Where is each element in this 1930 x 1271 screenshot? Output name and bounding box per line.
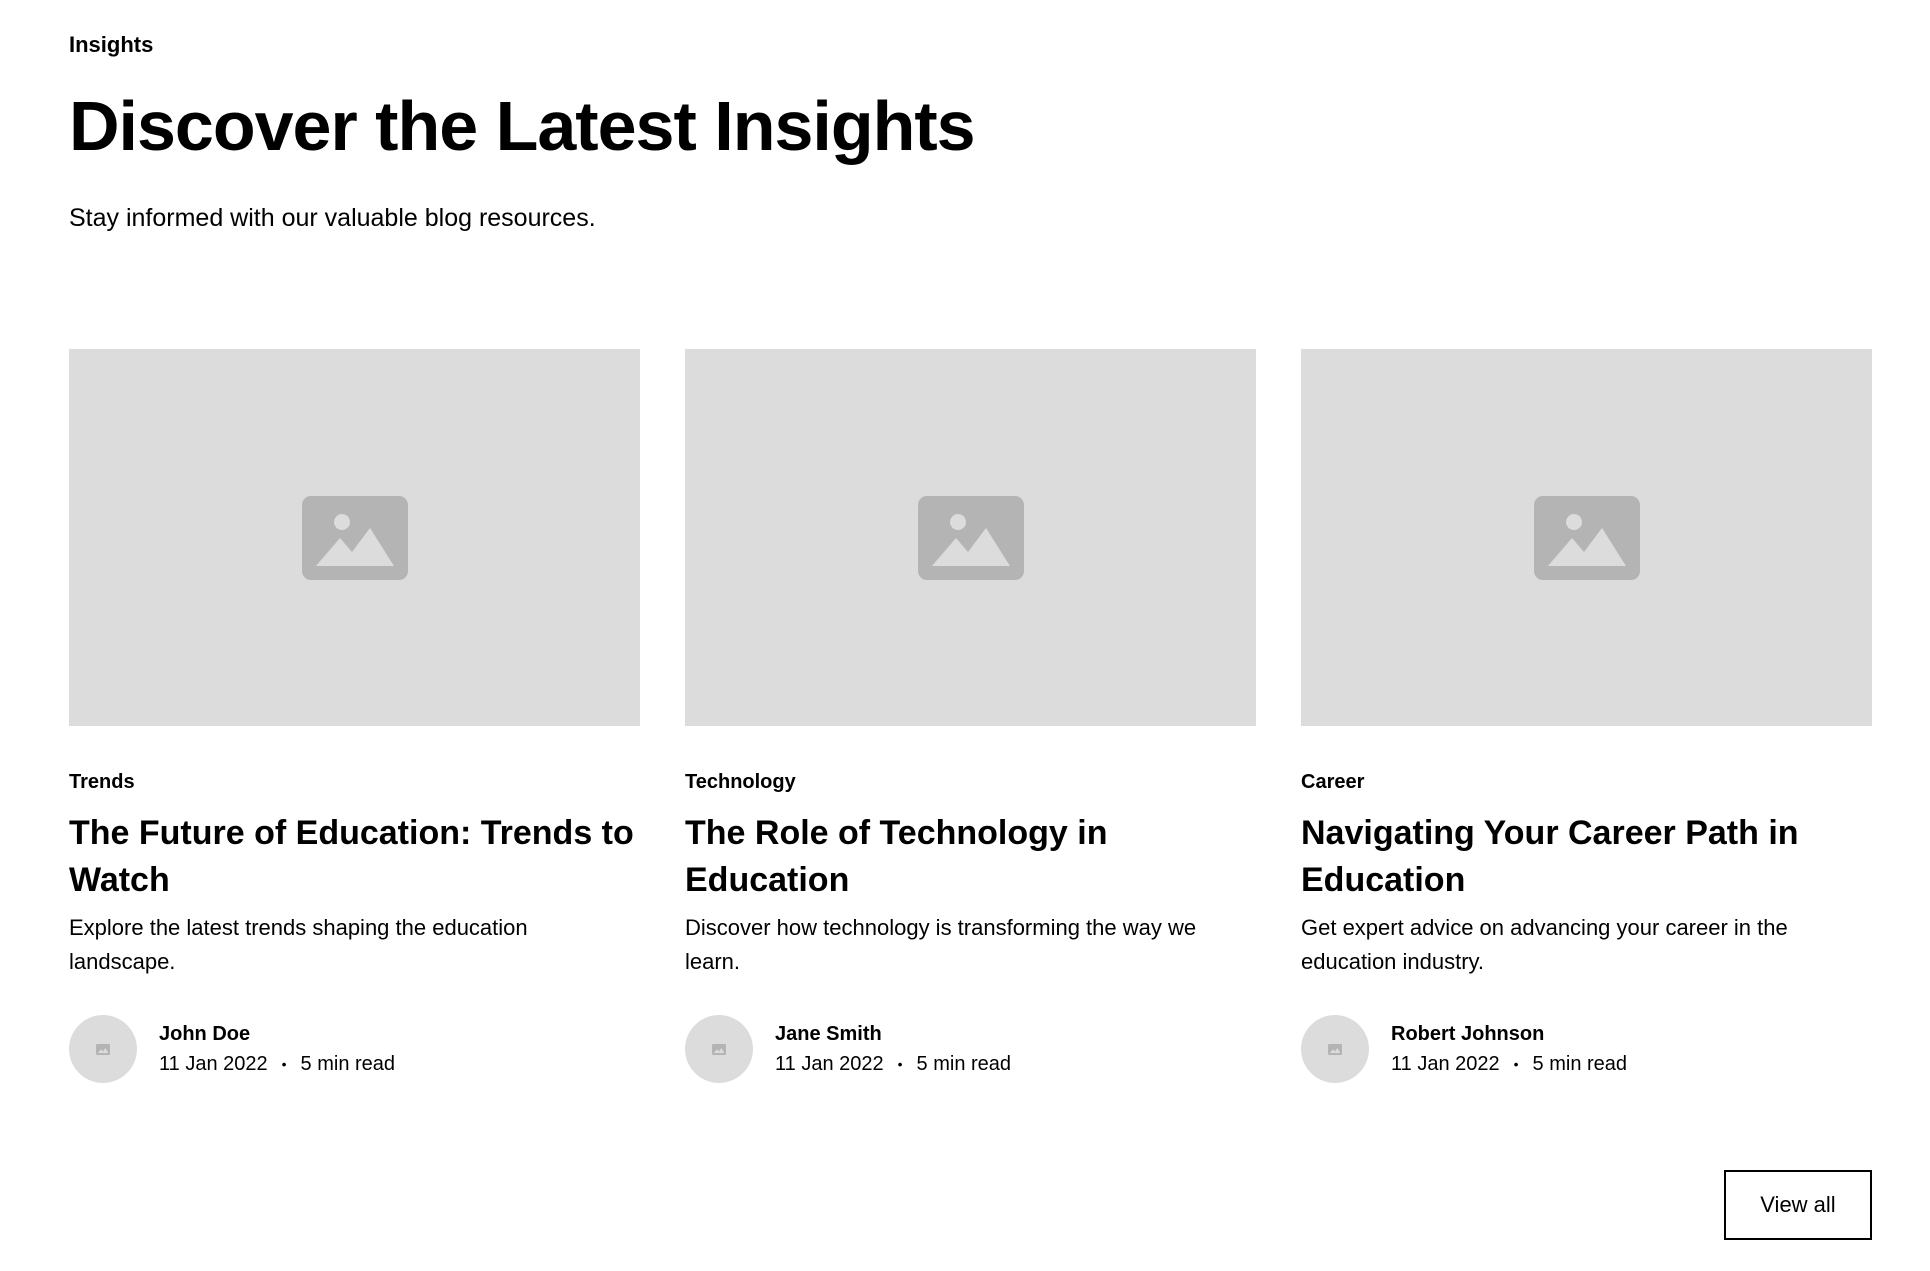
- author-name: Robert Johnson: [1391, 1023, 1545, 1045]
- post-date: 11 Jan 2022: [775, 1053, 884, 1075]
- page-title: Discover the Latest Insights: [69, 87, 976, 165]
- card-image-placeholder[interactable]: [69, 349, 640, 726]
- card-category: Career: [1301, 771, 1365, 793]
- avatar: [1301, 1015, 1369, 1083]
- card-excerpt: Explore the latest trends shaping the ed…: [69, 915, 528, 974]
- page-subtitle: Stay informed with our valuable blog res…: [69, 204, 596, 232]
- card-excerpt: Get expert advice on advancing your care…: [1301, 915, 1788, 974]
- insights-section: Insights Discover the Latest Insights St…: [0, 0, 1930, 1271]
- read-time: 5 min read: [916, 1053, 1012, 1075]
- image-placeholder-icon: [1533, 495, 1640, 580]
- card-author: John Doe 11 Jan 2022 • 5 min read: [69, 1015, 640, 1083]
- avatar: [69, 1015, 137, 1083]
- author-name: John Doe: [159, 1023, 251, 1045]
- blog-card[interactable]: Technology The Role of Technology in Edu…: [685, 349, 1256, 1083]
- card-image-placeholder[interactable]: [1301, 349, 1872, 726]
- meta-separator: •: [1513, 1056, 1519, 1072]
- post-meta: 11 Jan 2022 • 5 min read: [1391, 1049, 1627, 1079]
- card-category: Technology: [685, 771, 796, 793]
- image-placeholder-icon: [917, 495, 1024, 580]
- avatar-placeholder-icon: [1328, 1043, 1342, 1055]
- section-eyebrow: Insights: [69, 32, 154, 57]
- card-excerpt: Discover how technology is transforming …: [685, 915, 1197, 974]
- blog-card[interactable]: Career Navigating Your Career Path in Ed…: [1301, 349, 1872, 1083]
- blog-card-list: Trends The Future of Education: Trends t…: [69, 349, 1872, 1083]
- card-title[interactable]: Navigating Your Career Path in Education: [1301, 810, 1872, 904]
- author-info: Jane Smith 11 Jan 2022 • 5 min read: [775, 1019, 1011, 1079]
- blog-card[interactable]: Trends The Future of Education: Trends t…: [69, 349, 640, 1083]
- author-info: John Doe 11 Jan 2022 • 5 min read: [159, 1019, 395, 1079]
- read-time: 5 min read: [1532, 1053, 1628, 1075]
- post-meta: 11 Jan 2022 • 5 min read: [775, 1049, 1011, 1079]
- author-name: Jane Smith: [775, 1023, 882, 1045]
- card-category: Trends: [69, 771, 135, 793]
- author-info: Robert Johnson 11 Jan 2022 • 5 min read: [1391, 1019, 1627, 1079]
- read-time: 5 min read: [300, 1053, 396, 1075]
- card-title[interactable]: The Role of Technology in Education: [685, 810, 1256, 904]
- post-date: 11 Jan 2022: [1391, 1053, 1500, 1075]
- post-date: 11 Jan 2022: [159, 1053, 268, 1075]
- image-placeholder-icon: [301, 495, 408, 580]
- post-meta: 11 Jan 2022 • 5 min read: [159, 1049, 395, 1079]
- card-image-placeholder[interactable]: [685, 349, 1256, 726]
- view-all-button[interactable]: View all: [1724, 1170, 1872, 1240]
- meta-separator: •: [897, 1056, 903, 1072]
- avatar: [685, 1015, 753, 1083]
- avatar-placeholder-icon: [712, 1043, 726, 1055]
- card-author: Robert Johnson 11 Jan 2022 • 5 min read: [1301, 1015, 1872, 1083]
- avatar-placeholder-icon: [96, 1043, 110, 1055]
- card-author: Jane Smith 11 Jan 2022 • 5 min read: [685, 1015, 1256, 1083]
- meta-separator: •: [281, 1056, 287, 1072]
- card-title[interactable]: The Future of Education: Trends to Watch: [69, 810, 640, 904]
